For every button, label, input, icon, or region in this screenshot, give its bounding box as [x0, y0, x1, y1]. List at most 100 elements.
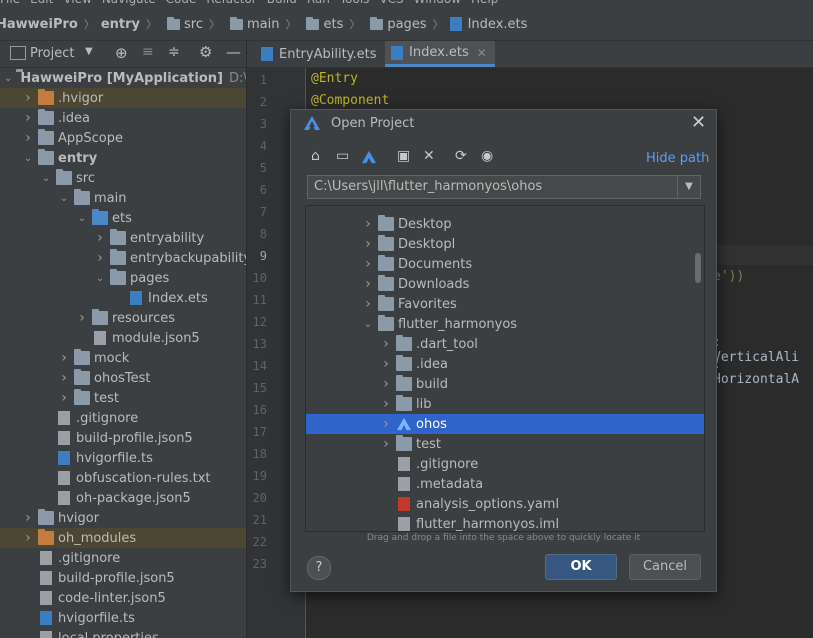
breadcrumb-item[interactable]: entry 〉 — [101, 16, 163, 32]
tree-item[interactable]: code-linter.json5 — [0, 588, 246, 608]
chevron-down-icon[interactable]: ⌄ — [4, 73, 12, 84]
menu-item[interactable]: Edit — [30, 0, 53, 6]
tree-item[interactable]: obfuscation-rules.txt — [0, 468, 246, 488]
show-hidden-icon[interactable]: ◉ — [481, 148, 493, 164]
tree-item[interactable]: › ohosTest — [0, 368, 246, 388]
home-icon[interactable]: ⌂ — [311, 148, 320, 164]
tree-item[interactable]: hvigorfile.ts — [0, 448, 246, 468]
tree-item[interactable]: › AppScope — [0, 128, 246, 148]
tree-item[interactable]: › .hvigor — [0, 88, 246, 108]
chevron-right-icon[interactable]: › — [22, 110, 34, 126]
collapse-all-icon[interactable]: ≑ — [168, 44, 180, 60]
tree-item[interactable]: › oh_modules — [0, 528, 246, 548]
project-view-icon[interactable] — [10, 46, 26, 60]
gear-icon[interactable]: ⚙ — [199, 43, 212, 61]
locate-icon[interactable]: ⊕ — [115, 44, 128, 62]
chevron-right-icon[interactable]: › — [94, 250, 106, 266]
code-line-2[interactable]: @Component — [311, 93, 389, 108]
delete-icon[interactable]: ✕ — [423, 148, 435, 164]
tree-item[interactable]: ⌄ src — [0, 168, 246, 188]
chevron-right-icon[interactable]: › — [380, 396, 392, 412]
breadcrumb-item[interactable]: ets 〉 — [302, 16, 366, 32]
desktop-icon[interactable]: ▭ — [336, 148, 349, 164]
project-tree[interactable]: ⌄HawweiPro [MyApplication]D:\Hu›.hvigor›… — [0, 68, 246, 638]
chevron-right-icon[interactable]: › — [380, 336, 392, 352]
help-button[interactable]: ? — [307, 556, 331, 580]
file-chooser-item[interactable]: › build — [306, 374, 704, 394]
code-line-15[interactable]: : HorizontalA — [713, 357, 813, 387]
hide-path-link[interactable]: Hide path — [646, 151, 709, 166]
chevron-right-icon[interactable]: › — [362, 236, 374, 252]
menu-item[interactable]: Tools — [340, 0, 370, 6]
chevron-down-icon[interactable]: ⌄ — [22, 153, 34, 164]
tab-index[interactable]: Index.ets ✕ — [385, 41, 495, 67]
file-chooser-item[interactable]: .metadata — [306, 474, 704, 494]
menu-item[interactable]: VCS — [379, 0, 403, 6]
tree-item[interactable]: › resources — [0, 308, 246, 328]
menu-item[interactable]: Window — [414, 0, 461, 6]
file-chooser-item[interactable]: flutter_harmonyos.iml — [306, 514, 704, 531]
chevron-down-icon[interactable]: ⌄ — [76, 213, 88, 224]
refresh-icon[interactable]: ⟳ — [455, 148, 467, 164]
chevron-right-icon[interactable]: › — [380, 376, 392, 392]
file-chooser-item[interactable]: › lib — [306, 394, 704, 414]
breadcrumb-item[interactable]: pages 〉 — [366, 16, 449, 32]
chevron-down-icon[interactable]: ⌄ — [362, 319, 374, 330]
tree-item[interactable]: module.json5 — [0, 328, 246, 348]
tree-item[interactable]: ⌄ entry — [0, 148, 246, 168]
tree-item[interactable]: › .idea — [0, 108, 246, 128]
breadcrumb-item[interactable]: HawweiPro 〉 — [0, 16, 101, 32]
file-chooser-item[interactable]: .gitignore — [306, 454, 704, 474]
menu-item[interactable]: Navigate — [102, 0, 156, 6]
menu-item[interactable]: Code — [166, 0, 197, 6]
tree-item[interactable]: ⌄ pages — [0, 268, 246, 288]
scrollbar-thumb[interactable] — [695, 253, 701, 283]
tree-item[interactable]: › entryability — [0, 228, 246, 248]
file-chooser-item[interactable]: analysis_options.yaml — [306, 494, 704, 514]
chevron-right-icon[interactable]: › — [22, 530, 34, 546]
menu-item[interactable]: Refactor — [206, 0, 256, 6]
chevron-down-icon[interactable]: ▼ — [85, 46, 93, 57]
code-line-11[interactable]: e')) — [713, 269, 744, 284]
file-chooser-item[interactable]: › Favorites — [306, 294, 704, 314]
file-chooser-tree[interactable]: › Desktop › Desktopl › Documents › Downloads › Fa… — [305, 205, 705, 532]
path-input[interactable]: C:\Users\jll\flutter_harmonyos\ohos ▼ — [307, 175, 701, 199]
file-chooser-item[interactable]: › Documents — [306, 254, 704, 274]
file-chooser-item[interactable]: › Downloads — [306, 274, 704, 294]
breadcrumb-item[interactable]: main 〉 — [226, 16, 302, 32]
tree-item[interactable]: oh-package.json5 — [0, 488, 246, 508]
tab-entryability[interactable]: EntryAbility.ets ✕ — [255, 41, 395, 67]
menu-item[interactable]: View — [63, 0, 91, 6]
chevron-right-icon[interactable]: › — [76, 310, 88, 326]
breadcrumb-item[interactable]: Index.ets — [449, 17, 527, 32]
chevron-right-icon[interactable]: › — [58, 370, 70, 386]
file-chooser-item[interactable]: › Desktop — [306, 214, 704, 234]
menu-item[interactable]: Build — [267, 0, 297, 6]
chevron-right-icon[interactable]: › — [362, 256, 374, 272]
expand-all-icon[interactable]: ≡ — [142, 44, 154, 60]
tree-item[interactable]: › test — [0, 388, 246, 408]
tree-item[interactable]: › entrybackupability — [0, 248, 246, 268]
tree-item[interactable]: ⌄ main — [0, 188, 246, 208]
code-line-1[interactable]: @Entry — [311, 71, 358, 86]
menu-item[interactable]: Help — [471, 0, 498, 6]
chevron-down-icon[interactable]: ⌄ — [58, 193, 70, 204]
breadcrumb-item[interactable]: src 〉 — [163, 16, 226, 32]
chevron-right-icon[interactable]: › — [22, 510, 34, 526]
new-folder-icon[interactable]: ▣ — [397, 148, 410, 164]
ok-button[interactable]: OK — [545, 554, 617, 580]
tree-item[interactable]: build-profile.json5 — [0, 428, 246, 448]
tree-item[interactable]: .gitignore — [0, 408, 246, 428]
project-panel-title[interactable]: Project — [30, 46, 74, 61]
tree-item[interactable]: build-profile.json5 — [0, 568, 246, 588]
file-chooser-item[interactable]: ⌄ flutter_harmonyos — [306, 314, 704, 334]
file-chooser-item[interactable]: › test — [306, 434, 704, 454]
chevron-right-icon[interactable]: › — [362, 216, 374, 232]
tree-item[interactable]: ⌄ ets — [0, 208, 246, 228]
close-icon[interactable]: ✕ — [691, 112, 706, 133]
tree-item[interactable]: .gitignore — [0, 548, 246, 568]
tree-item[interactable]: local.properties — [0, 628, 246, 638]
file-chooser-item[interactable]: › Desktopl — [306, 234, 704, 254]
chevron-right-icon[interactable]: › — [362, 276, 374, 292]
chevron-down-icon[interactable]: ⌄ — [40, 173, 52, 184]
